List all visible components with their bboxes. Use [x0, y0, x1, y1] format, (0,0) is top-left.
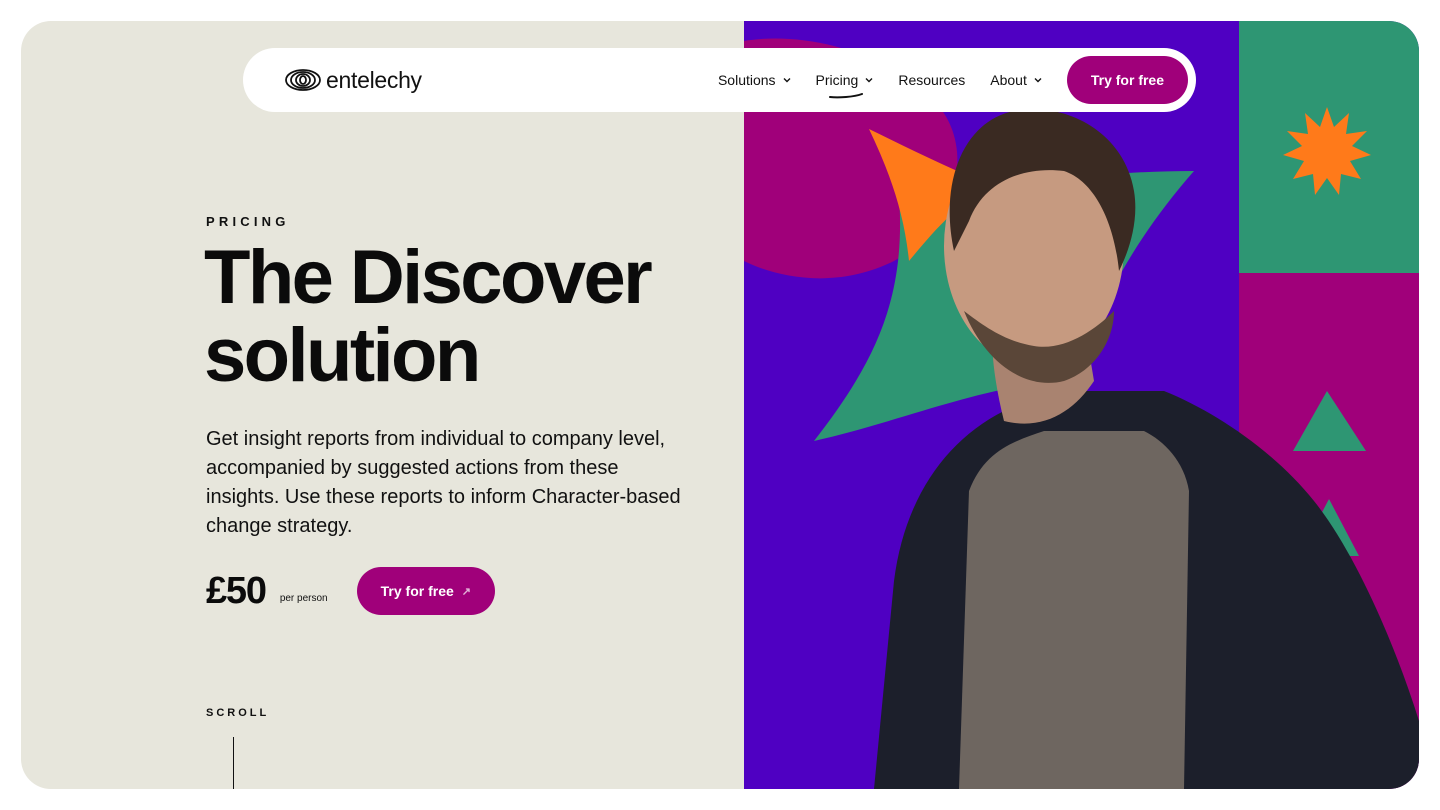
nav-item-solutions[interactable]: Solutions	[718, 72, 791, 88]
arrow-up-right-icon: ↗	[461, 585, 471, 598]
price-row: £50 per person Try for free ↗	[206, 567, 495, 615]
hero-title-line1: The Discover	[204, 235, 653, 320]
chevron-down-icon	[865, 78, 873, 83]
hero-try-for-free-button[interactable]: Try for free ↗	[356, 567, 495, 615]
nav-item-about[interactable]: About	[990, 72, 1042, 88]
price-unit: per person	[279, 592, 328, 604]
scroll-label: SCROLL	[206, 707, 270, 719]
nav-item-label: Resources	[898, 72, 966, 88]
hero-eyebrow: PRICING	[206, 214, 290, 229]
hero-title-line2: solution	[204, 313, 481, 398]
brand-name: entelechy	[326, 66, 422, 93]
brand-logo[interactable]: entelechy	[284, 67, 422, 94]
hero-cta-label: Try for free	[380, 583, 454, 599]
chevron-down-icon	[1034, 78, 1042, 83]
page-frame: entelechy Solutions Pricing Resources Ab…	[21, 21, 1419, 789]
price-value: £50	[206, 569, 267, 612]
nav-item-label: Pricing	[815, 72, 859, 88]
hero-illustration	[744, 21, 1419, 789]
hero-image	[744, 21, 1419, 789]
nav-item-label: Solutions	[717, 72, 776, 88]
hero-title: The Discover solution	[204, 239, 724, 395]
nav-item-pricing[interactable]: Pricing	[815, 72, 874, 99]
top-navbar: entelechy Solutions Pricing Resources Ab…	[243, 48, 1196, 112]
nav-try-for-free-button[interactable]: Try for free	[1066, 56, 1188, 104]
spring-coil-logo-icon	[285, 69, 321, 91]
active-underline-icon	[828, 93, 863, 99]
hero-description: Get insight reports from individual to c…	[206, 428, 681, 537]
nav-item-resources[interactable]: Resources	[898, 72, 965, 88]
chevron-down-icon	[783, 78, 791, 83]
scroll-indicator-line	[233, 737, 234, 789]
nav-item-label: About	[990, 72, 1027, 88]
nav-links: Solutions Pricing Resources About Try fo…	[718, 56, 1188, 104]
